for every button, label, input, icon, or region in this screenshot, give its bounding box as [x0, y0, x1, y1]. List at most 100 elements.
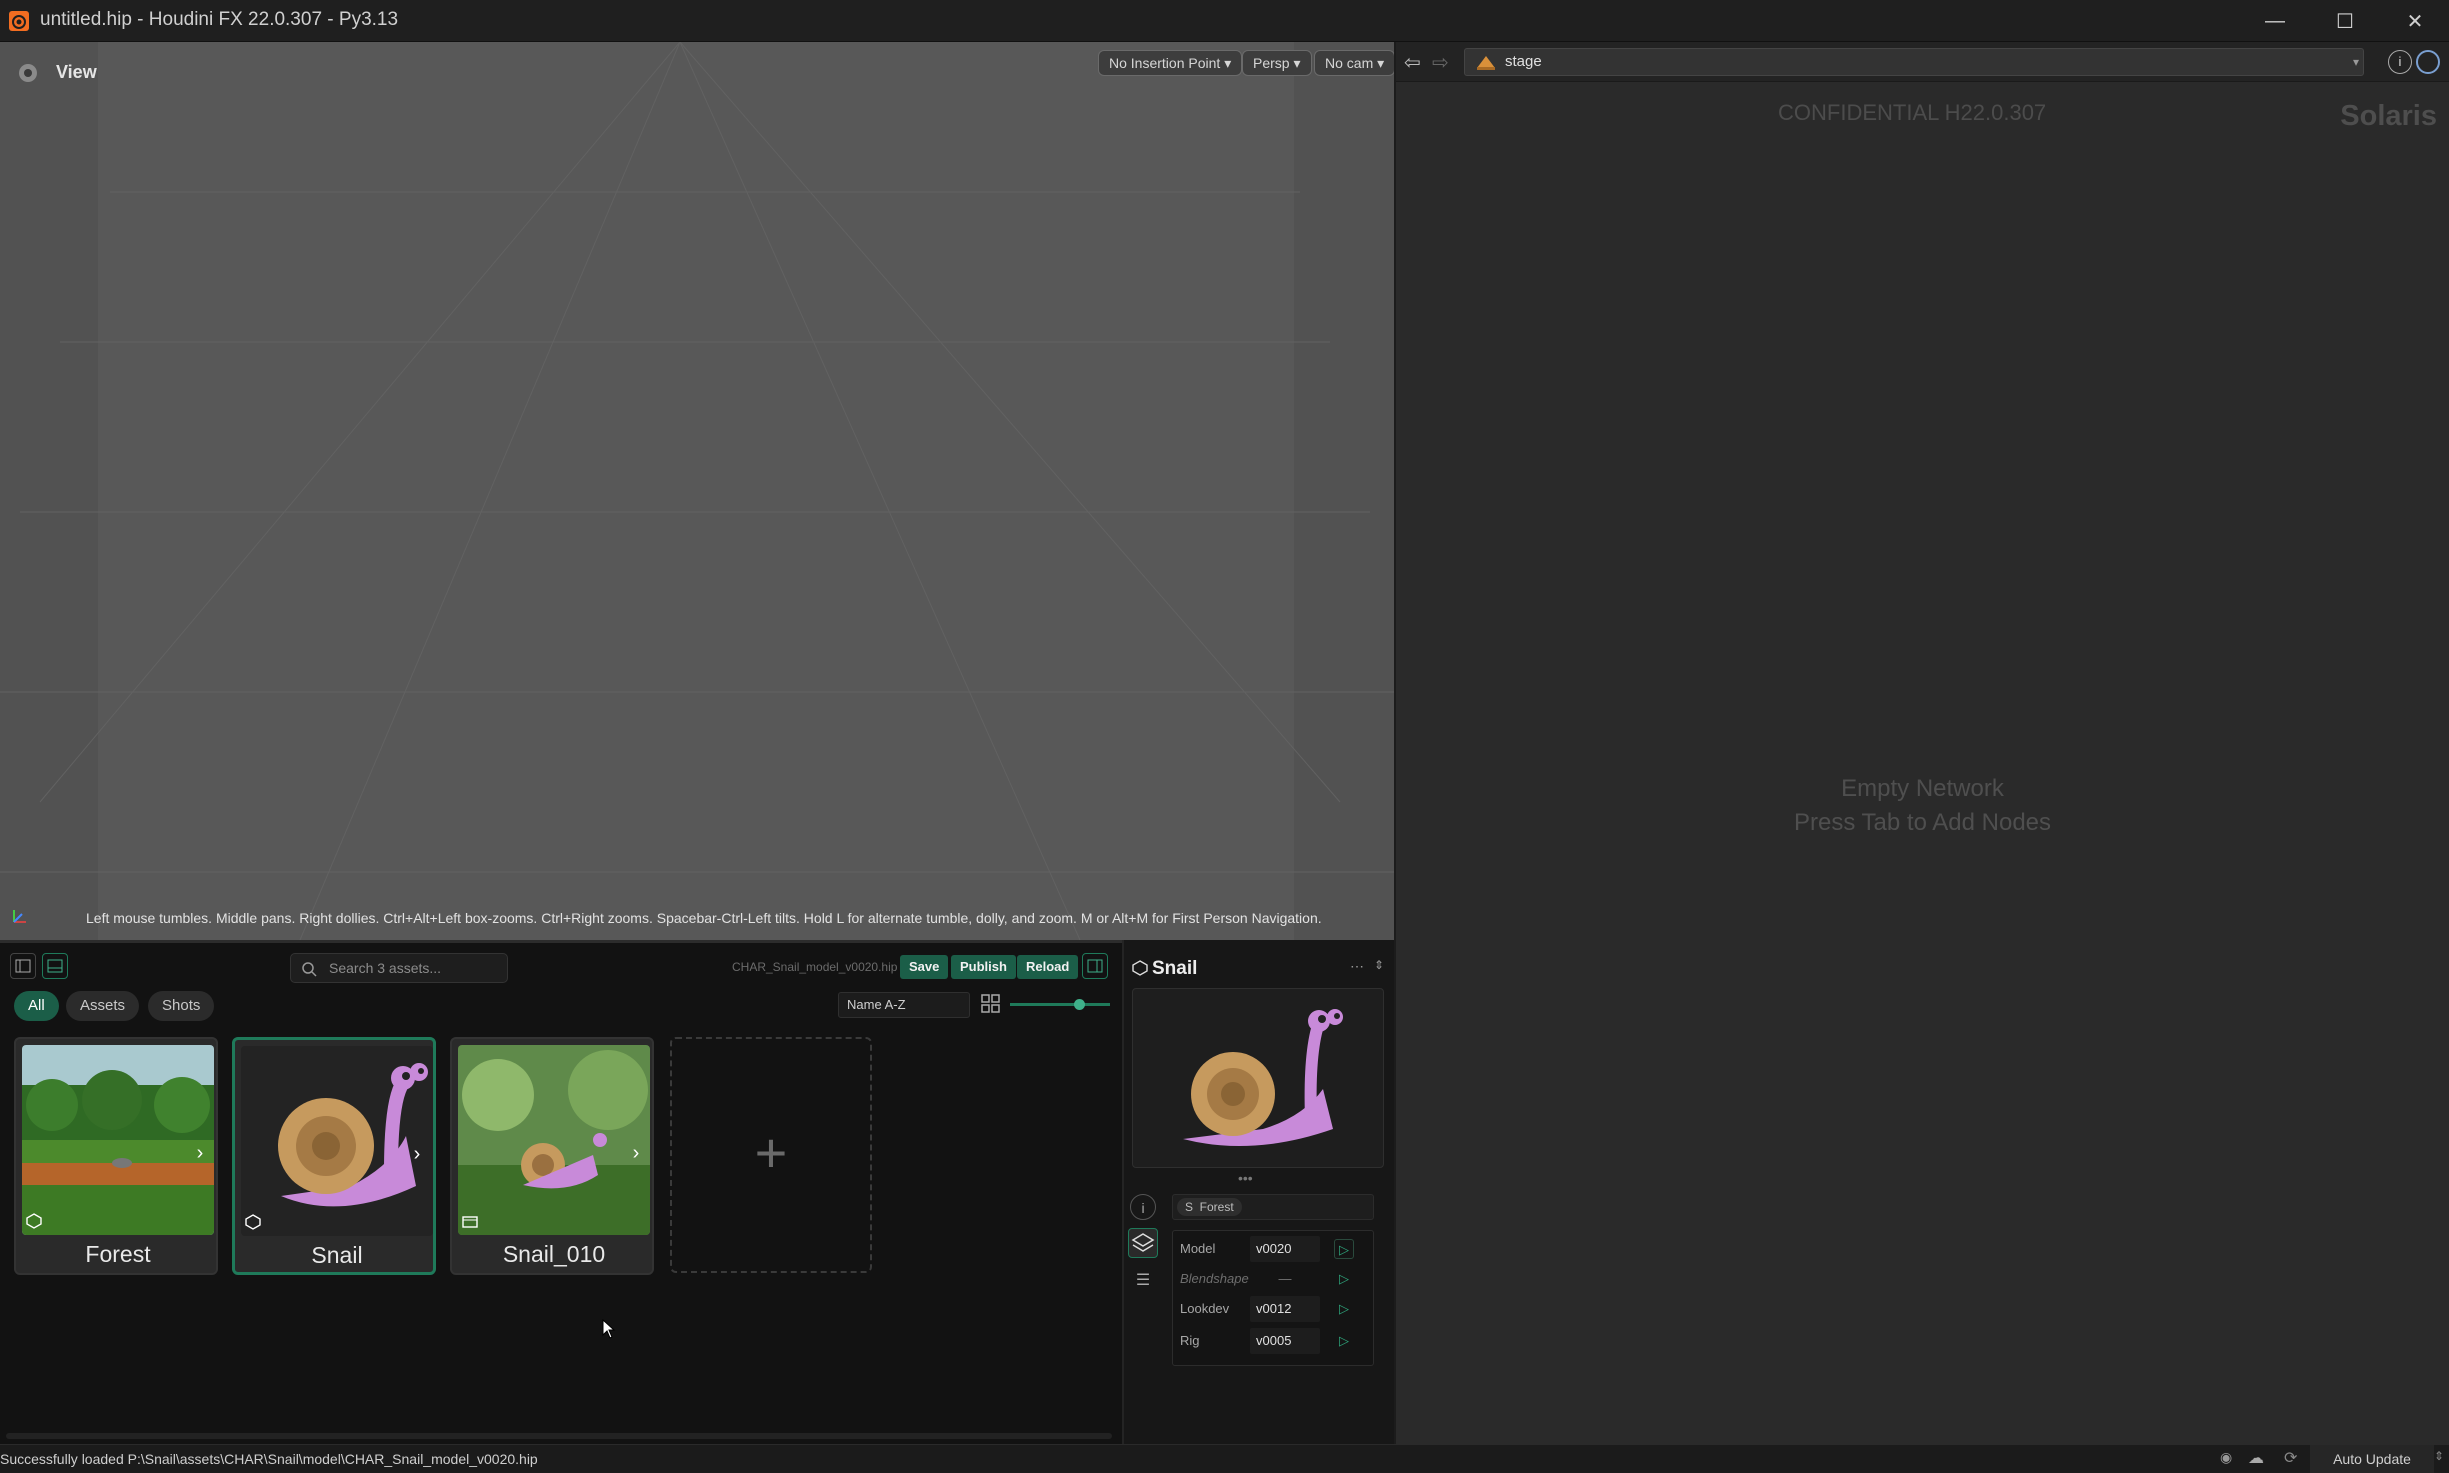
- viewport-grid: [0, 42, 1394, 940]
- insertion-point-dropdown[interactable]: No Insertion Point ▾: [1098, 50, 1243, 76]
- model-version[interactable]: v0020: [1250, 1236, 1320, 1262]
- model-label: Model: [1180, 1241, 1216, 1256]
- asset-card-label: Snail_010: [502, 1241, 606, 1267]
- shot-type-icon: [462, 1216, 478, 1228]
- play-icon[interactable]: ▷: [1334, 1239, 1354, 1259]
- projection-label: Persp: [1253, 55, 1290, 71]
- reload-button[interactable]: Reload: [1017, 955, 1079, 979]
- maximize-button[interactable]: ☐: [2310, 0, 2380, 42]
- axes-gizmo-icon: [13, 910, 26, 923]
- chevron-right-icon[interactable]: ›: [405, 1142, 429, 1166]
- auto-update-toggle[interactable]: Auto Update: [2310, 1445, 2434, 1473]
- scene-context-field[interactable]: S Forest: [1172, 1194, 1374, 1220]
- projection-dropdown[interactable]: Persp ▾: [1242, 50, 1312, 76]
- plus-icon: +: [754, 1121, 788, 1184]
- chevron-right-icon[interactable]: ›: [188, 1141, 212, 1165]
- detail-thumbnail: [1132, 988, 1384, 1168]
- chevron-down-icon: ▾: [1224, 55, 1232, 71]
- title-bar: untitled.hip - Houdini FX 22.0.307 - Py3…: [0, 0, 2449, 42]
- viewport-title: View: [56, 62, 97, 82]
- lookdev-version[interactable]: v0012: [1250, 1296, 1320, 1322]
- asset-type-icon: [1132, 960, 1148, 976]
- network-editor[interactable]: ⇦ ⇨ stage ▾ i CONFIDENTIAL H22.0.307 Sol…: [1396, 42, 2449, 1444]
- empty-network-message: Empty Network Press Tab to Add Nodes: [1396, 772, 2449, 840]
- detail-panel-toggle-icon[interactable]: [1082, 953, 1108, 979]
- asset-card-snail-010[interactable]: › Snail_010: [450, 1037, 654, 1275]
- horizontal-scrollbar[interactable]: [6, 1433, 1112, 1439]
- checklist-tab-icon[interactable]: ☰: [1130, 1268, 1156, 1294]
- forward-arrow-icon[interactable]: ⇨: [1432, 50, 1449, 75]
- camera-dropdown[interactable]: No cam ▾: [1314, 50, 1394, 76]
- context-label: Solaris: [2340, 100, 2437, 132]
- empty-network-line2: Press Tab to Add Nodes: [1793, 809, 2052, 836]
- blendshape-row: Blendshape — ▷: [1172, 1266, 1374, 1292]
- play-icon[interactable]: ▷: [1334, 1269, 1354, 1289]
- slider-handle[interactable]: [1074, 999, 1085, 1010]
- view-camera-icon[interactable]: [14, 60, 42, 86]
- lookdev-label: Lookdev: [1180, 1301, 1230, 1316]
- help-icon[interactable]: [2416, 50, 2440, 74]
- scene-viewport[interactable]: View No Insertion Point ▾ Persp ▾ No cam…: [0, 42, 1394, 940]
- save-button[interactable]: Save: [900, 955, 949, 979]
- viewport-hint: Left mouse tumbles. Middle pans. Right d…: [86, 910, 1322, 926]
- minimize-icon: —: [2265, 9, 2285, 32]
- shot-thumbnail: [458, 1045, 650, 1235]
- snail-preview-image: [1183, 1009, 1343, 1147]
- bottom-panel-toggle-icon[interactable]: [42, 953, 68, 979]
- asset-type-icon: [245, 1214, 261, 1230]
- sidebar-toggle-icon[interactable]: [10, 953, 36, 979]
- filter-assets[interactable]: Assets: [66, 991, 140, 1021]
- pin-icon[interactable]: ⇕: [1374, 958, 1384, 972]
- chevron-down-icon: ▾: [1377, 55, 1385, 71]
- asset-card-label: Forest: [85, 1241, 151, 1267]
- layers-tab-icon[interactable]: [1128, 1228, 1158, 1258]
- network-path-bar[interactable]: stage ▾: [1464, 48, 2364, 76]
- rig-version[interactable]: v0005: [1250, 1328, 1320, 1354]
- current-file-name: CHAR_Snail_model_v0020.hip: [732, 960, 898, 974]
- snail-thumbnail: [241, 1046, 433, 1236]
- blendshape-version: —: [1278, 1271, 1292, 1286]
- info-button[interactable]: i: [2388, 50, 2412, 74]
- asset-type-icon: [26, 1213, 42, 1229]
- sort-dropdown[interactable]: Name A-Z: [838, 992, 970, 1018]
- asset-card-snail[interactable]: › Snail: [232, 1037, 436, 1275]
- filter-shots[interactable]: Shots: [148, 991, 215, 1021]
- play-icon[interactable]: ▷: [1334, 1331, 1354, 1351]
- grid-view-icon[interactable]: [980, 993, 1002, 1015]
- asset-search-input[interactable]: Search 3 assets...: [290, 953, 508, 983]
- resize-handle-icon[interactable]: •••: [1238, 1170, 1253, 1186]
- more-options-icon[interactable]: ⋯: [1350, 958, 1364, 975]
- forest-thumbnail: [22, 1045, 214, 1235]
- cloud-icon[interactable]: ☁: [2248, 1448, 2264, 1468]
- network-toolbar: ⇦ ⇨ stage ▾ i: [1396, 42, 2449, 82]
- info-tab-icon[interactable]: i: [1130, 1194, 1156, 1220]
- houdini-logo-icon: [9, 11, 29, 31]
- filter-all[interactable]: All: [14, 991, 59, 1021]
- asset-detail-panel: Snail ⋯ ⇕ ••• i ☰ S Forest Model v0020 ▷…: [1122, 940, 1394, 1444]
- minimize-button[interactable]: —: [2240, 0, 2310, 42]
- add-asset-button[interactable]: +: [670, 1037, 872, 1273]
- chevron-updown-icon[interactable]: ⇕: [2434, 1449, 2444, 1463]
- model-row: Model v0020 ▷: [1172, 1236, 1374, 1262]
- camera-label: No cam: [1325, 55, 1374, 71]
- lookdev-row: Lookdev v0012 ▷: [1172, 1296, 1374, 1322]
- thumbnail-size-slider[interactable]: [1010, 999, 1110, 1010]
- back-arrow-icon[interactable]: ⇦: [1404, 50, 1421, 75]
- play-icon[interactable]: ▷: [1334, 1299, 1354, 1319]
- close-window-button[interactable]: ✕: [2380, 0, 2449, 42]
- asset-card-forest[interactable]: › Forest: [14, 1037, 218, 1275]
- chevron-down-icon[interactable]: ▾: [2353, 49, 2359, 75]
- stage-icon: [1477, 56, 1495, 70]
- status-message: Successfully loaded P:\Snail\assets\CHAR…: [0, 1451, 538, 1467]
- maximize-icon: ☐: [2336, 10, 2354, 33]
- confidential-watermark: CONFIDENTIAL H22.0.307: [1778, 100, 2047, 125]
- chevron-right-icon[interactable]: ›: [624, 1141, 648, 1165]
- insertion-point-label: No Insertion Point: [1109, 55, 1221, 71]
- asset-card-label: Snail: [311, 1242, 363, 1268]
- network-path-label: stage: [1505, 53, 1542, 70]
- network-activity-icon[interactable]: ◉: [2220, 1449, 2232, 1466]
- publish-button[interactable]: Publish: [951, 955, 1016, 979]
- scene-tag[interactable]: S Forest: [1177, 1198, 1242, 1216]
- window-title: untitled.hip - Houdini FX 22.0.307 - Py3…: [40, 9, 399, 30]
- refresh-icon[interactable]: ⟳: [2284, 1448, 2297, 1468]
